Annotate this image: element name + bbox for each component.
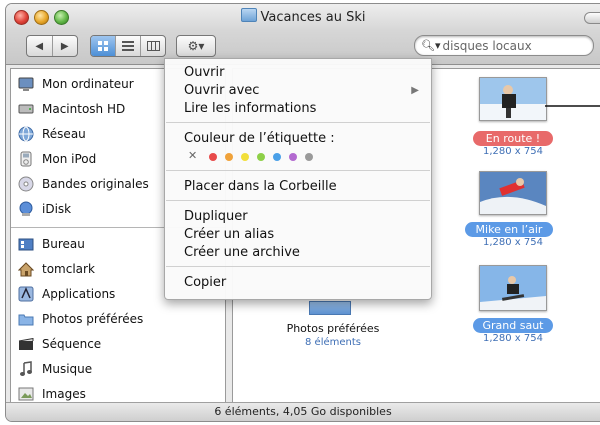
search-field[interactable]: 🔍︎▾ disques locaux: [414, 35, 594, 56]
label-color-orange[interactable]: [225, 153, 233, 161]
submenu-arrow-icon: ▶: [411, 85, 419, 96]
sidebar-item-bureau[interactable]: Bureau: [17, 233, 85, 255]
folder-icon: [17, 310, 35, 328]
file-name: Grand saut: [482, 319, 544, 332]
search-icon: 🔍︎▾: [421, 39, 441, 52]
folder-icon[interactable]: [309, 301, 351, 315]
menu-item-couleur-etiquette: Couleur de l’étiquette :: [184, 131, 335, 146]
sidebar-item-mon-ordinateur[interactable]: Mon ordinateur: [17, 73, 134, 95]
file-thumbnail[interactable]: [479, 171, 547, 215]
sidebar-item-idisk[interactable]: iDisk: [17, 198, 71, 220]
sidebar-item-applications[interactable]: Applications: [17, 283, 115, 305]
folder-icon: [240, 8, 257, 22]
sidebar-item-label: tomclark: [42, 262, 95, 276]
gear-icon[interactable]: ⚙▾: [177, 36, 215, 56]
sidebar-item-label: Applications: [42, 287, 116, 301]
sidebar-item-musique[interactable]: Musique: [17, 358, 92, 380]
sidebar-item-label: Bandes originales: [42, 177, 149, 191]
file-thumbnail[interactable]: [479, 265, 547, 311]
file-dimensions: 1,280 x 754: [483, 237, 543, 248]
sidebar-item-label: iDisk: [42, 202, 72, 216]
label-color-gray[interactable]: [305, 153, 313, 161]
cd-icon: [17, 175, 35, 193]
label-color-yellow[interactable]: [241, 153, 249, 161]
label-color-red[interactable]: [209, 153, 217, 161]
list-view-icon[interactable]: [116, 36, 141, 56]
sidebar-item-mon-ipod[interactable]: Mon iPod: [17, 148, 96, 170]
sidebar-item-label: Séquence: [42, 337, 102, 351]
label-color-green[interactable]: [257, 153, 265, 161]
label-color-purple[interactable]: [289, 153, 297, 161]
file-dimensions: 1,280 x 754: [483, 146, 543, 157]
menu-item-dupliquer[interactable]: Dupliquer: [184, 209, 248, 224]
forward-arrow-icon[interactable]: ▶: [53, 36, 78, 56]
menu-item-creer-archive[interactable]: Créer une archive: [184, 245, 300, 260]
sidebar-item-sequence[interactable]: Séquence: [17, 333, 101, 355]
toolbar-toggle-button[interactable]: [584, 12, 600, 24]
menu-item-ouvrir[interactable]: Ouvrir: [184, 65, 224, 80]
desktop-icon: [17, 235, 35, 253]
window-title-text: Vacances au Ski: [260, 10, 366, 25]
movie-icon: [17, 335, 35, 353]
file-name: En route !: [485, 132, 541, 145]
navigation-buttons: ◀ ▶: [26, 35, 78, 57]
status-text: 6 éléments, 4,05 Go disponibles: [214, 405, 392, 418]
file-dimensions: 1,280 x 754: [483, 333, 543, 344]
file-label-1[interactable]: En route !: [473, 131, 553, 146]
ipod-icon: [17, 150, 35, 168]
hard-drive-icon: [17, 100, 35, 118]
label-color-blue[interactable]: [273, 153, 281, 161]
menu-item-ouvrir-avec[interactable]: Ouvrir avec: [184, 83, 259, 98]
menu-item-lire-les-informations[interactable]: Lire les informations: [184, 101, 316, 116]
title-bar: Vacances au Ski ◀ ▶ ⚙▾ 🔍︎▾ disques locau…: [6, 4, 600, 65]
computer-icon: [17, 75, 35, 93]
sidebar-item-reseau[interactable]: Réseau: [17, 123, 86, 145]
folder-count: 8 éléments: [305, 337, 361, 348]
menu-separator: [166, 200, 430, 201]
sidebar-item-label: Musique: [42, 362, 93, 376]
idisk-icon: [17, 200, 35, 218]
sidebar-item-label: Réseau: [42, 127, 86, 141]
sidebar-item-label: Bureau: [42, 237, 85, 251]
file-thumbnail[interactable]: [479, 77, 547, 121]
sidebar-item-bandes-originales[interactable]: Bandes originales: [17, 173, 149, 195]
music-icon: [17, 360, 35, 378]
sidebar-item-label: Macintosh HD: [42, 102, 126, 116]
sidebar-item-label: Images: [42, 387, 86, 401]
network-icon: [17, 125, 35, 143]
icon-view-icon[interactable]: [91, 36, 116, 56]
context-menu: Ouvrir Ouvrir avec ▶ Lire les informatio…: [164, 58, 432, 300]
folder-name: Photos préférées: [286, 322, 380, 335]
back-arrow-icon[interactable]: ◀: [27, 36, 53, 56]
applications-icon: [17, 285, 35, 303]
sidebar-item-label: Photos préférées: [42, 312, 144, 326]
search-placeholder: disques locaux: [442, 38, 532, 53]
sidebar-item-label: Mon ordinateur: [42, 77, 134, 91]
window-title: Vacances au Ski: [6, 8, 600, 25]
view-buttons: [90, 35, 166, 57]
status-bar: 6 éléments, 4,05 Go disponibles: [6, 402, 600, 421]
sidebar-item-photos-preferees[interactable]: Photos préférées: [17, 308, 143, 330]
sidebar-item-macintosh-hd[interactable]: Macintosh HD: [17, 98, 125, 120]
home-icon: [17, 260, 35, 278]
sidebar-item-label: Mon iPod: [42, 152, 97, 166]
file-name: Mike en l’air: [475, 223, 543, 236]
menu-separator: [166, 170, 430, 171]
file-label-2[interactable]: Mike en l’air: [465, 222, 553, 237]
action-menu-button[interactable]: ⚙▾: [176, 35, 216, 57]
pictures-icon: [17, 385, 35, 403]
sidebar-item-tomclark[interactable]: tomclark: [17, 258, 95, 280]
no-label-color-icon[interactable]: ✕: [188, 149, 197, 162]
menu-item-creer-alias[interactable]: Créer un alias: [184, 227, 274, 242]
menu-separator: [166, 122, 430, 123]
file-label-3[interactable]: Grand saut: [473, 318, 553, 333]
column-view-icon[interactable]: [141, 36, 165, 56]
connector-line: [545, 105, 600, 107]
menu-item-placer-corbeille[interactable]: Placer dans la Corbeille: [184, 179, 337, 194]
menu-separator: [166, 266, 430, 267]
menu-item-copier[interactable]: Copier: [184, 275, 226, 290]
